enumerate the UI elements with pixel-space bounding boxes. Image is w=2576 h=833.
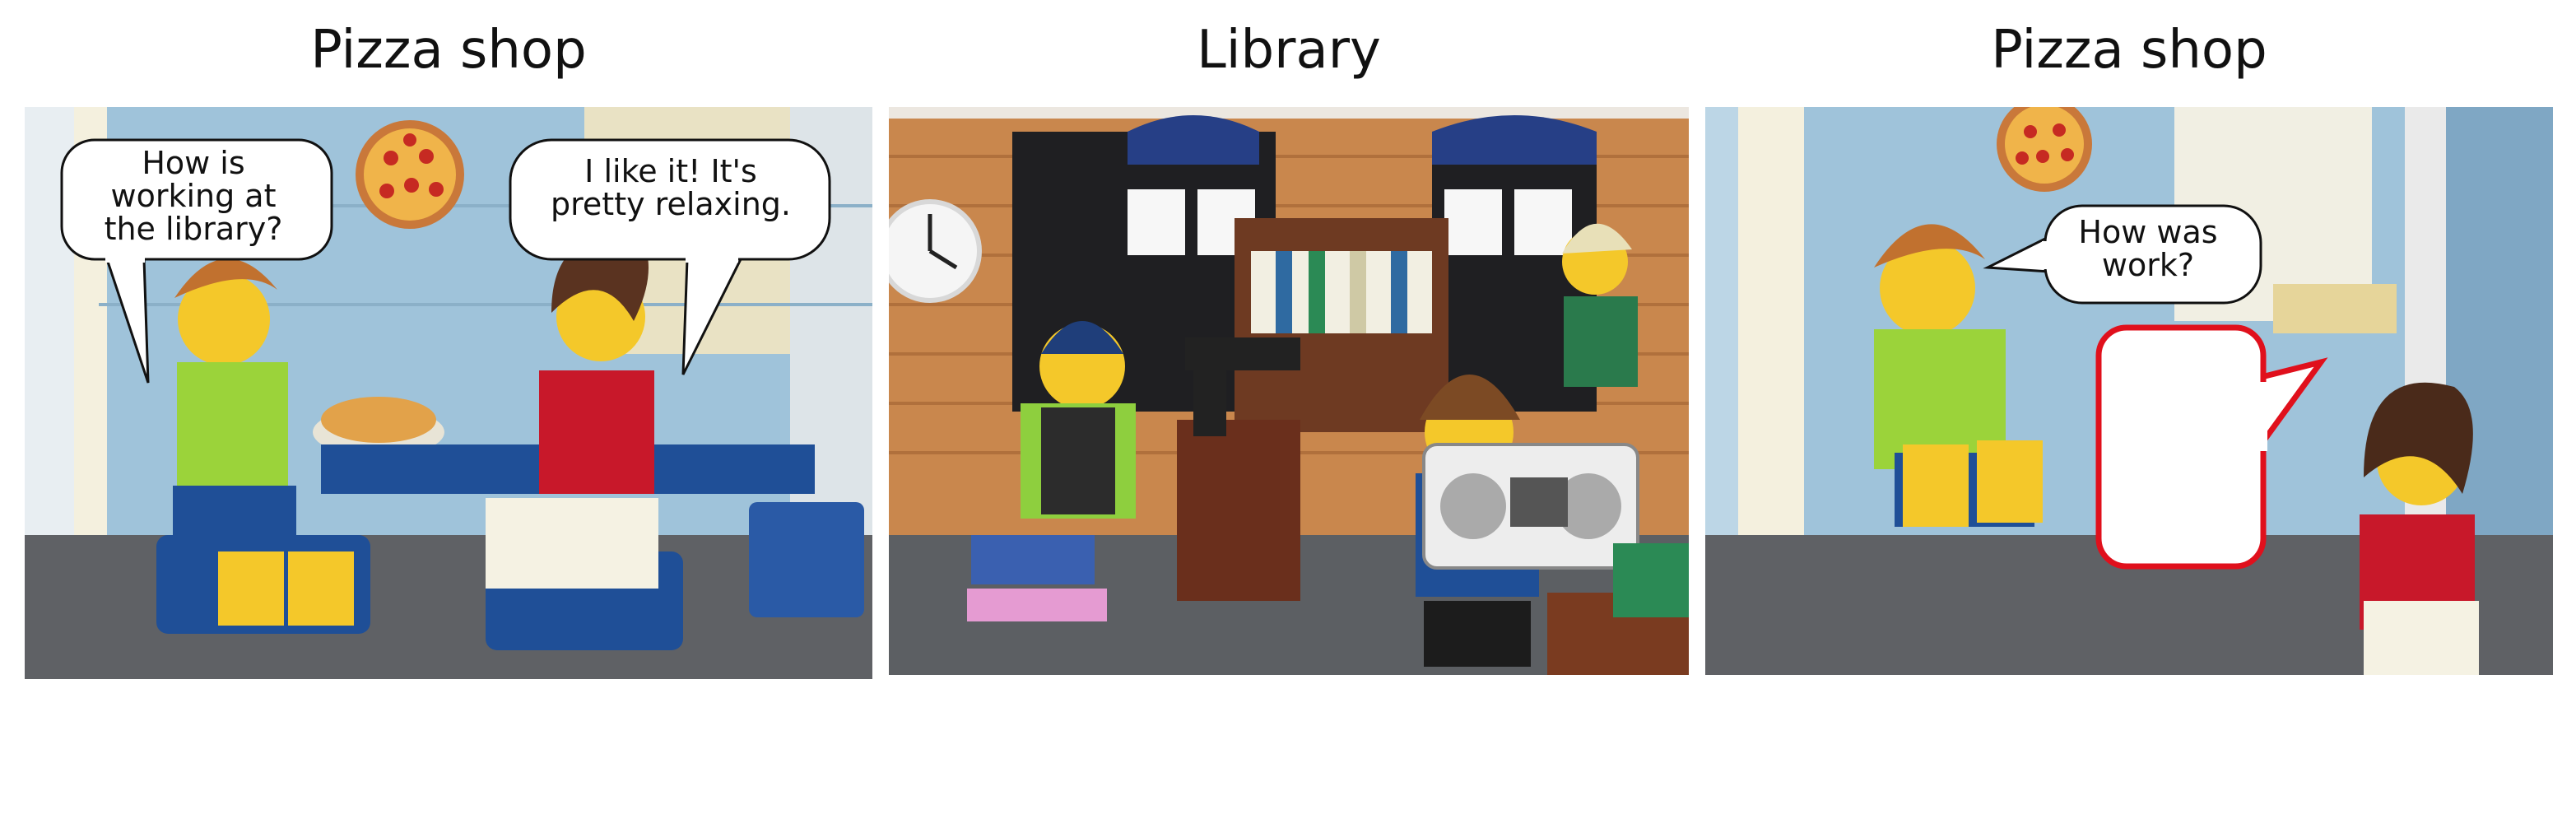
speech-bubble-4-empty — [2095, 324, 2328, 570]
panel-3-title: Pizza shop — [1991, 20, 2267, 81]
boombox-icon — [1422, 443, 1639, 570]
panel-2-title: Library — [1197, 20, 1381, 81]
panel-1-title: Pizza shop — [310, 20, 587, 81]
speech-bubble-1-text: How is working at the library? — [104, 145, 283, 247]
wall-clock-icon — [889, 199, 982, 303]
speech-bubble-2-text: I like it! It's pretty relaxing. — [551, 153, 791, 222]
speech-bubble-3-text: How was work? — [2078, 214, 2218, 283]
panel-2-image — [889, 107, 1689, 675]
pizza-decoration-icon — [356, 120, 464, 229]
